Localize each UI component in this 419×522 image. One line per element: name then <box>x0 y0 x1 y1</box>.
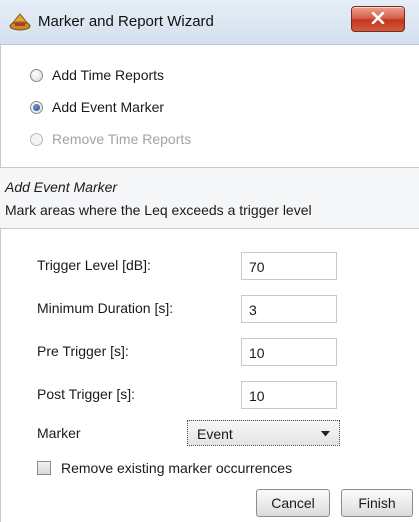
window-border <box>0 44 1 522</box>
trigger-level-input[interactable]: 70 <box>241 252 337 280</box>
finish-button[interactable]: Finish <box>341 489 413 517</box>
radio-add-time-reports[interactable]: Add Time Reports <box>30 67 164 83</box>
marker-label: Marker <box>37 425 81 441</box>
remove-existing-checkbox-row[interactable]: Remove existing marker occurrences <box>37 460 292 476</box>
step-description: Mark areas where the Leq exceeds a trigg… <box>5 202 312 218</box>
marker-selected-value: Event <box>197 426 233 442</box>
close-button[interactable] <box>351 6 405 32</box>
min-duration-label: Minimum Duration [s]: <box>37 300 174 316</box>
title-bar: Marker and Report Wizard <box>0 0 419 45</box>
radio-label: Add Event Marker <box>52 99 165 115</box>
radio-button[interactable] <box>30 68 43 82</box>
window-title: Marker and Report Wizard <box>38 13 214 30</box>
radio-remove-time-reports[interactable]: Remove Time Reports <box>30 131 191 147</box>
marker-select[interactable]: Event <box>187 420 340 446</box>
radio-button-selected[interactable] <box>30 100 43 114</box>
radio-label: Add Time Reports <box>52 67 165 83</box>
cancel-button[interactable]: Cancel <box>256 489 330 517</box>
radio-button-disabled[interactable] <box>30 132 43 146</box>
post-trigger-label: Post Trigger [s]: <box>37 386 136 402</box>
step-title: Add Event Marker <box>5 179 118 195</box>
wizard-window: Marker and Report Wizard Add Time Report… <box>0 0 419 522</box>
remove-existing-label: Remove existing marker occurrences <box>61 460 293 476</box>
pre-trigger-input[interactable]: 10 <box>241 338 337 366</box>
wizard-hat-icon <box>9 12 31 32</box>
chevron-down-icon <box>321 431 330 437</box>
close-icon <box>371 12 385 24</box>
post-trigger-input[interactable]: 10 <box>241 381 337 409</box>
radio-label: Remove Time Reports <box>52 131 192 147</box>
radio-add-event-marker[interactable]: Add Event Marker <box>30 99 164 115</box>
pre-trigger-label: Pre Trigger [s]: <box>37 343 129 359</box>
min-duration-input[interactable]: 3 <box>241 295 337 323</box>
step-description-panel: Add Event Marker Mark areas where the Le… <box>0 167 419 229</box>
trigger-level-label: Trigger Level [dB]: <box>37 257 151 273</box>
remove-existing-checkbox[interactable] <box>37 461 51 475</box>
